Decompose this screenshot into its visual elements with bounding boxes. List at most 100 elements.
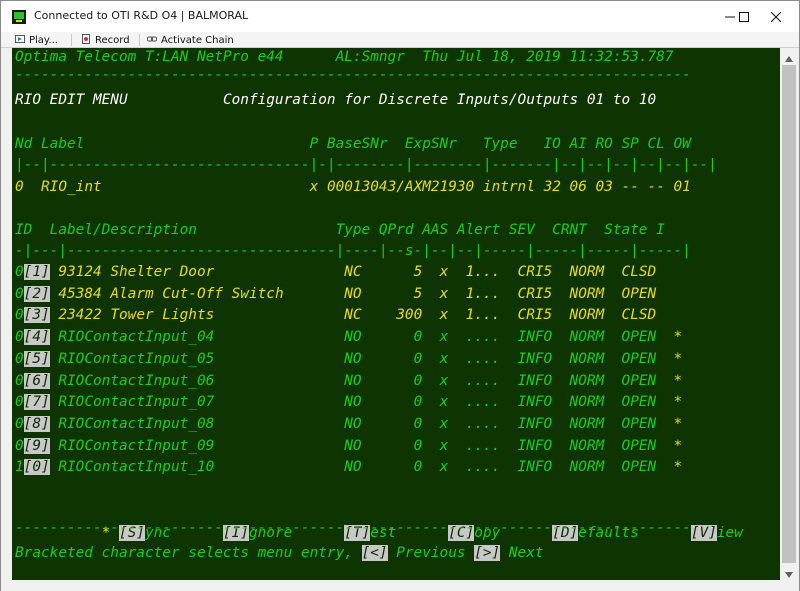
vertical-scrollbar[interactable] <box>780 48 798 580</box>
activate-chain-label: Activate Chain <box>161 34 234 46</box>
activate-chain-button[interactable]: Activate Chain <box>147 32 234 48</box>
table-row[interactable]: 0[4] RIOContactInput_04 NO 0 x .... INFO… <box>15 326 682 348</box>
row-state: OPEN <box>621 372 657 389</box>
row-type: NO <box>344 350 362 367</box>
menu-item[interactable]: [V]iew <box>690 525 743 541</box>
row-select-key[interactable]: [5] <box>23 350 50 367</box>
separator-line-bottom: ----------------------------------------… <box>15 520 691 536</box>
row-current: NORM <box>569 394 605 411</box>
toolbar-divider <box>139 34 140 46</box>
node-table-header: Nd Label P BaseSNr ExpSNr Type IO AI RO … <box>15 136 691 152</box>
row-select-key[interactable]: [4] <box>23 329 50 346</box>
row-type: NO <box>344 285 362 302</box>
row-flag: * <box>673 459 683 476</box>
menu-heading: RIO EDIT MENU Configuration for Discrete… <box>15 89 656 111</box>
menu-item-label: iew <box>716 525 743 541</box>
table-row[interactable]: 0[5] RIOContactInput_05 NO 0 x .... INFO… <box>15 348 682 370</box>
scroll-up-button[interactable] <box>780 48 798 64</box>
row-alert: 1... <box>465 264 501 280</box>
row-qprd: 0 <box>413 459 423 476</box>
row-type: NO <box>344 437 362 454</box>
terminal-window: Connected to OTI R&D O4 | BALMORAL Play.… <box>0 0 800 591</box>
row-aas: x <box>439 415 449 432</box>
row-select-key[interactable]: [8] <box>23 415 50 432</box>
row-aas: x <box>439 372 449 389</box>
row-severity: INFO <box>517 459 553 476</box>
footer-prompt: Bracketed character selects menu entry, … <box>15 542 544 564</box>
row-prefix: 0 <box>15 350 24 367</box>
row-state: CLSD <box>621 307 657 324</box>
table-row[interactable]: 1[0] RIOContactInput_10 NO 0 x .... INFO… <box>15 456 682 478</box>
play-button[interactable]: Play... <box>15 32 58 48</box>
row-qprd: 0 <box>413 329 423 346</box>
close-button[interactable] <box>753 1 799 32</box>
table-row[interactable]: 0[2] 45384 Alarm Cut-Off Switch NO 5 x 1… <box>15 283 674 305</box>
row-severity: CRI5 <box>517 307 553 324</box>
row-state: OPEN <box>621 437 657 454</box>
row-alert: 1... <box>465 307 501 324</box>
row-severity: INFO <box>517 350 553 367</box>
row-aas: x <box>439 285 449 302</box>
row-label: RIOContactInput_05 <box>58 350 215 367</box>
row-severity: CRI5 <box>517 264 553 280</box>
io-table-divider: -|---|-------------------------------|--… <box>15 243 691 259</box>
row-select-key[interactable]: [3] <box>23 307 50 324</box>
row-state: CLSD <box>621 264 657 280</box>
next-label: Next <box>500 545 544 561</box>
row-alert: .... <box>465 394 501 411</box>
row-select-key[interactable]: [9] <box>23 437 50 454</box>
row-aas: x <box>439 437 449 454</box>
chevron-down-icon <box>785 563 793 582</box>
row-severity: INFO <box>517 372 553 389</box>
alarm-indicator: AL:Smngr <box>335 49 405 65</box>
row-severity: INFO <box>517 394 553 411</box>
row-prefix: 0 <box>15 285 24 302</box>
row-label: RIOContactInput_04 <box>58 329 215 346</box>
row-select-key[interactable]: [0] <box>23 459 50 476</box>
play-icon <box>15 34 29 47</box>
row-select-key[interactable]: [7] <box>23 394 50 411</box>
close-icon <box>771 11 781 22</box>
row-flag: * <box>673 350 683 367</box>
row-label: RIOContactInput_07 <box>58 394 215 411</box>
row-select-key[interactable]: [2] <box>23 285 50 302</box>
row-prefix: 0 <box>15 307 24 324</box>
row-current: NORM <box>569 285 605 302</box>
row-current: NORM <box>569 372 605 389</box>
row-select-key[interactable]: [1] <box>23 264 50 280</box>
row-flag: * <box>673 394 683 411</box>
row-alert: .... <box>465 437 501 454</box>
row-qprd: 300 <box>396 307 423 324</box>
previous-key[interactable]: [<] <box>361 545 388 561</box>
record-button[interactable]: Record <box>81 32 130 48</box>
scroll-down-button[interactable] <box>780 564 798 580</box>
row-aas: x <box>439 264 449 280</box>
table-row[interactable]: 0[3] 23422 Tower Lights NC 300 x 1... CR… <box>15 304 674 326</box>
row-aas: x <box>439 459 449 476</box>
table-row[interactable]: 0[1] 93124 Shelter Door NC 5 x 1... CRI5… <box>15 261 674 283</box>
window-title: Connected to OTI R&D O4 | BALMORAL <box>34 9 249 22</box>
table-row[interactable]: 0[9] RIOContactInput_09 NO 0 x .... INFO… <box>15 435 682 457</box>
separator-line: ----------------------------------------… <box>15 67 691 83</box>
node-row[interactable]: 0 RIO_int x 00013043/AXM21930 intrnl 32 … <box>15 176 691 198</box>
table-row[interactable]: 0[7] RIOContactInput_07 NO 0 x .... INFO… <box>15 391 682 413</box>
row-label: RIOContactInput_06 <box>58 372 215 389</box>
row-aas: x <box>439 350 449 367</box>
row-label: RIOContactInput_10 <box>58 459 215 476</box>
table-row[interactable]: 0[6] RIOContactInput_06 NO 0 x .... INFO… <box>15 370 682 392</box>
table-row[interactable]: 0[8] RIOContactInput_08 NO 0 x .... INFO… <box>15 413 682 435</box>
terminal-screen[interactable]: Optima Telecom T:LAN NetPro e44 AL:Smngr… <box>12 48 780 580</box>
node-id: 0 <box>15 179 24 195</box>
row-label: 23422 Tower Lights <box>58 307 215 324</box>
row-select-key[interactable]: [6] <box>23 372 50 389</box>
menu-title: RIO EDIT MENU <box>15 92 128 108</box>
next-key[interactable]: [>] <box>474 545 501 561</box>
row-qprd: 5 <box>413 264 423 280</box>
row-current: NORM <box>569 329 605 346</box>
node-p: x <box>309 179 319 195</box>
scrollbar-thumb[interactable] <box>782 65 796 563</box>
title-bar[interactable]: Connected to OTI R&D O4 | BALMORAL <box>1 1 799 32</box>
menu-item-key[interactable]: [V] <box>690 525 717 541</box>
row-alert: .... <box>465 372 501 389</box>
row-alert: .... <box>465 415 501 432</box>
